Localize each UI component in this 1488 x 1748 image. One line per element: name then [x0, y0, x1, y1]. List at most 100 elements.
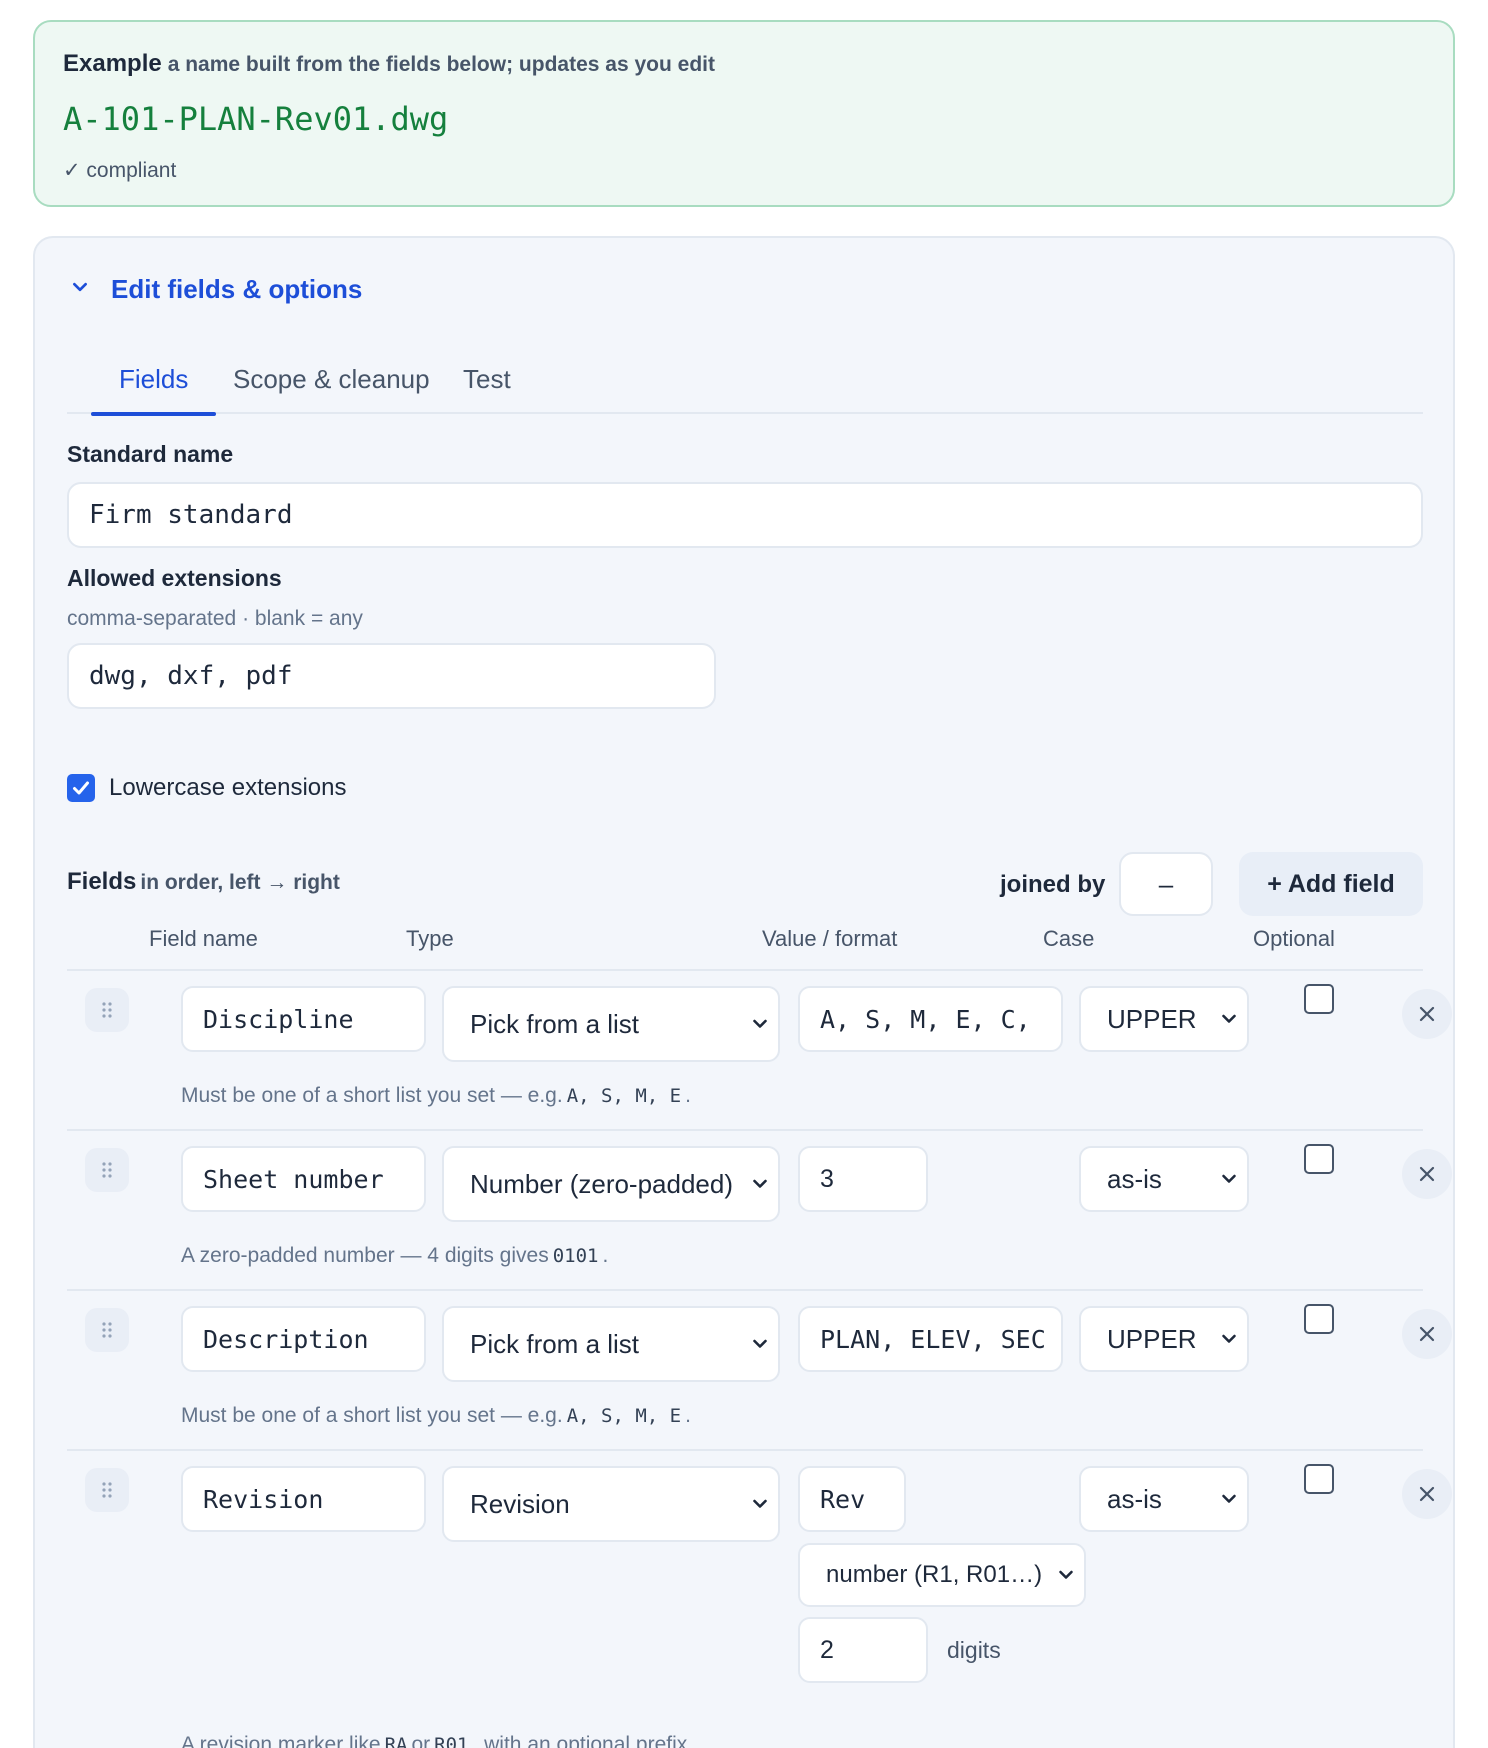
field-row: Sheet number Number (zero-padded) 3 as-i…	[67, 1131, 1452, 1291]
field-value-input[interactable]: PLAN, ELEV, SEC	[798, 1306, 1063, 1372]
field-case-select[interactable]: as-is	[1079, 1466, 1249, 1532]
lowercase-extensions-row[interactable]: Lowercase extensions	[67, 774, 346, 802]
drag-handle-icon	[102, 1002, 112, 1018]
field-description-end: .	[685, 1404, 691, 1427]
field-type-select[interactable]: Revision	[442, 1466, 780, 1542]
remove-field-button[interactable]	[1402, 1309, 1452, 1359]
field-name-input[interactable]: Description	[181, 1306, 426, 1372]
separator-input[interactable]: –	[1119, 852, 1213, 916]
lowercase-extensions-label: Lowercase extensions	[109, 774, 347, 801]
chevron-down-icon	[1222, 1014, 1236, 1023]
field-name-input[interactable]: Sheet number	[181, 1146, 426, 1212]
remove-field-button[interactable]	[1402, 989, 1452, 1039]
chevron-down-icon	[73, 282, 87, 291]
allowed-extensions-label: Allowed extensions	[67, 565, 282, 591]
drag-handle[interactable]	[85, 1148, 129, 1192]
add-field-button[interactable]: + Add field	[1239, 852, 1423, 916]
fields-heading: Fields in order, left → right	[67, 868, 340, 896]
field-name-input[interactable]: Revision	[181, 1466, 426, 1532]
field-description-example: 0101	[552, 1245, 599, 1267]
joined-by-label: joined by	[1000, 871, 1106, 898]
drag-handle-icon	[102, 1162, 112, 1178]
field-description-end: , with an optional prefix.	[472, 1733, 694, 1748]
allowed-extensions-input[interactable]: dwg, dxf, pdf	[67, 643, 716, 709]
column-header-type: Type	[406, 926, 454, 951]
field-description-text: A revision marker like	[181, 1733, 381, 1748]
tab-test[interactable]: Test	[463, 364, 511, 414]
field-type-select[interactable]: Pick from a list	[442, 986, 780, 1062]
fields-subtitle: in order, left → right	[140, 871, 340, 894]
close-icon	[1419, 1006, 1435, 1022]
field-type-value: Revision	[470, 1488, 570, 1519]
chevron-down-icon	[753, 1499, 767, 1508]
field-name-input[interactable]: Discipline	[181, 986, 426, 1052]
field-optional-checkbox[interactable]	[1304, 1304, 1334, 1334]
checkmark-icon	[73, 781, 89, 795]
field-row: Description Pick from a list PLAN, ELEV,…	[67, 1291, 1452, 1451]
field-description-end: .	[602, 1244, 609, 1267]
drag-handle[interactable]	[85, 1468, 129, 1512]
chevron-down-icon	[1222, 1334, 1236, 1343]
column-header-field-name: Field name	[149, 926, 258, 951]
field-type-value: Pick from a list	[470, 1008, 640, 1039]
edit-panel: Edit fields & options Fields Scope & cle…	[33, 236, 1455, 1748]
field-description-text: Must be one of a short list you set — e.…	[181, 1084, 563, 1107]
field-case-value: UPPER	[1107, 1323, 1197, 1354]
example-label: Example	[63, 50, 162, 77]
remove-field-button[interactable]	[1402, 1469, 1452, 1519]
revision-style-select[interactable]: number (R1, R01…)	[798, 1543, 1086, 1607]
field-row: Revision Revision Rev number (R1, R01…) …	[67, 1451, 1452, 1748]
field-type-value: Number (zero-padded)	[470, 1168, 734, 1199]
compliance-status: ✓ compliant	[63, 159, 177, 182]
remove-field-button[interactable]	[1402, 1149, 1452, 1199]
allowed-extensions-hint: comma-separated · blank = any	[67, 607, 363, 630]
field-value-input[interactable]: 3	[798, 1146, 928, 1212]
revision-digits-label: digits	[947, 1637, 1001, 1663]
field-optional-checkbox[interactable]	[1304, 1144, 1334, 1174]
example-subtitle: a name built from the fields below; upda…	[167, 53, 715, 76]
lowercase-extensions-checkbox[interactable]	[67, 774, 95, 802]
drag-handle-icon	[102, 1482, 112, 1498]
close-icon	[1419, 1326, 1435, 1342]
field-description-example: A, S, M, E	[566, 1405, 682, 1427]
field-value-input[interactable]: A, S, M, E, C,	[798, 986, 1063, 1052]
field-description-example: A, S, M, E	[566, 1085, 682, 1107]
field-optional-checkbox[interactable]	[1304, 1464, 1334, 1494]
revision-style-value: number (R1, R01…)	[826, 1561, 1043, 1588]
field-case-select[interactable]: UPPER	[1079, 986, 1249, 1052]
edit-fields-toggle[interactable]: Edit fields & options	[71, 274, 362, 305]
field-case-value: as-is	[1107, 1163, 1162, 1194]
standard-name-label: Standard name	[67, 441, 234, 467]
close-icon	[1419, 1166, 1435, 1182]
column-header-optional: Optional	[1253, 926, 1335, 951]
field-case-select[interactable]: UPPER	[1079, 1306, 1249, 1372]
field-description-text: A zero-padded number — 4 digits gives	[181, 1244, 549, 1267]
tab-fields[interactable]: Fields	[90, 364, 217, 416]
field-description-middle: or	[411, 1733, 431, 1748]
column-header-value-format: Value / format	[762, 926, 898, 951]
chevron-down-icon	[753, 1179, 767, 1188]
example-heading: Example a name built from the fields belo…	[63, 50, 715, 78]
field-description: Must be one of a short list you set — e.…	[181, 1084, 691, 1108]
tab-scope-cleanup[interactable]: Scope & cleanup	[233, 364, 430, 414]
revision-digits-input[interactable]: 2	[798, 1617, 928, 1683]
field-optional-checkbox[interactable]	[1304, 984, 1334, 1014]
drag-handle[interactable]	[85, 1308, 129, 1352]
field-type-select[interactable]: Number (zero-padded)	[442, 1146, 780, 1222]
field-type-select[interactable]: Pick from a list	[442, 1306, 780, 1382]
field-type-value: Pick from a list	[470, 1328, 640, 1359]
tab-bar: Fields Scope & cleanup Test	[67, 364, 1423, 416]
field-description-text: Must be one of a short list you set — e.…	[181, 1404, 563, 1427]
revision-prefix-input[interactable]: Rev	[798, 1466, 906, 1532]
field-description: A revision marker like RA or R01, with an o…	[181, 1733, 693, 1748]
field-row: Discipline Pick from a list A, S, M, E, …	[67, 971, 1452, 1131]
field-case-select[interactable]: as-is	[1079, 1146, 1249, 1212]
drag-handle[interactable]	[85, 988, 129, 1032]
drag-handle-icon	[102, 1322, 112, 1338]
field-case-value: as-is	[1107, 1483, 1162, 1514]
field-description-end: .	[685, 1084, 691, 1107]
example-banner: Example a name built from the fields belo…	[33, 20, 1455, 207]
chevron-down-icon	[1059, 1570, 1073, 1579]
standard-name-input[interactable]: Firm standard	[67, 482, 1423, 548]
fields-title: Fields	[67, 868, 137, 895]
